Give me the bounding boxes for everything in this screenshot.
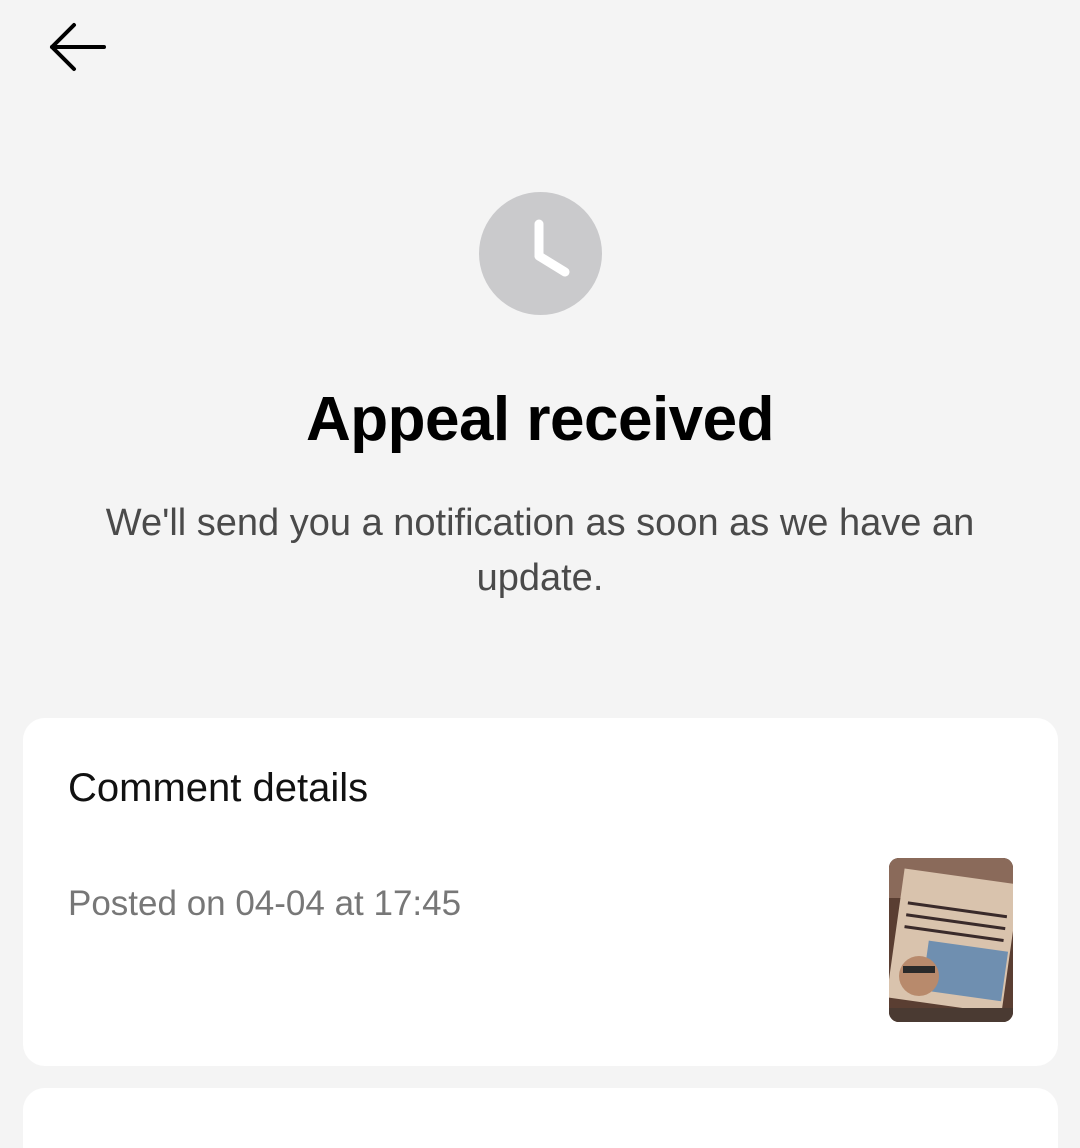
posted-timestamp: Posted on 04-04 at 17:45: [68, 884, 462, 923]
back-button[interactable]: [40, 12, 116, 82]
arrow-left-icon: [50, 23, 106, 71]
card-title: Comment details: [68, 766, 369, 810]
secondary-card: [23, 1088, 1058, 1148]
status-message: We'll send you a notification as soon as…: [105, 502, 975, 599]
clock-icon: [479, 192, 602, 315]
video-thumbnail[interactable]: [889, 858, 1013, 1022]
comment-details-card: Comment details Posted on 04-04 at 17:45: [23, 718, 1058, 1066]
page-title: Appeal received: [305, 385, 775, 454]
